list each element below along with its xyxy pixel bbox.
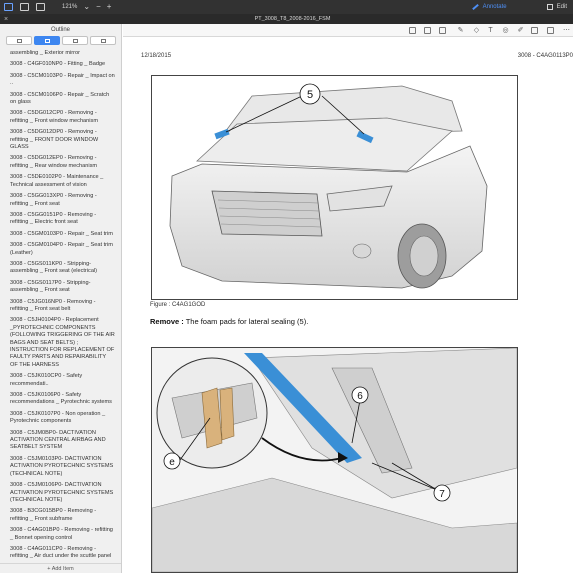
zoom-in-button[interactable]: + <box>107 3 112 11</box>
document-tab-bar: × PT_3008_T8_2008-2016_FSM <box>0 14 573 24</box>
stamp-icon[interactable]: ◎ <box>501 26 510 35</box>
outline-list[interactable]: assembling _ Exterior mirror 3008 - C4GF0… <box>0 48 121 573</box>
instruction-text: Remove : The foam pads for lateral seali… <box>150 317 308 326</box>
zoom-out-button[interactable]: − <box>96 3 101 11</box>
outline-sidebar: Outline assembling _ Exterior mirror 3008… <box>0 24 122 573</box>
annotate-label: Annotate <box>482 4 507 10</box>
zoom-chevron-icon[interactable]: ⌄ <box>83 3 90 11</box>
outline-item[interactable]: 3008 - C5CM0106P0 - Repair _ Scratch on … <box>0 90 121 109</box>
tab-thumbnails[interactable] <box>89 36 116 45</box>
close-tab-icon[interactable]: × <box>0 16 12 23</box>
outline-item[interactable]: 3008 - C5JG016NP0 - Removing - refitting… <box>0 297 121 316</box>
fig1-callout-5: 5 <box>307 89 313 101</box>
outline-item[interactable]: 3008 - C5JK0107P0 - Non operation _ Pyro… <box>0 409 121 428</box>
single-page-icon[interactable] <box>20 3 29 11</box>
outline-item[interactable]: 3008 - C5GS011KP0 - Stripping-assembling… <box>0 259 121 278</box>
outline-item[interactable]: 3008 - C5GG0151P0 - Removing - refitting… <box>0 210 121 229</box>
car-front-illustration: 5 <box>169 83 488 289</box>
tab-annotations[interactable] <box>61 36 88 45</box>
fig2-callout-7: 7 <box>439 489 445 500</box>
outline-item[interactable]: 3008 - C5DG012DP0 - Removing - refitting… <box>0 127 121 153</box>
outline-item[interactable]: 3008 - C5JK0106P0 - Safety recommendatio… <box>0 390 121 409</box>
document-tab-title[interactable]: PT_3008_T8_2008-2016_FSM <box>12 16 573 22</box>
outline-item[interactable]: assembling _ Exterior mirror <box>0 48 121 59</box>
outline-item[interactable]: 3008 - C5JH0104P0 - Replacement _PYROTEC… <box>0 315 121 371</box>
outline-item[interactable]: 3008 - C5JM0106P0- DACTIVATION ACTIVATIO… <box>0 480 121 506</box>
list-icon <box>44 39 50 43</box>
outline-title: Outline <box>50 27 70 33</box>
shape-icon[interactable]: ◇ <box>472 26 481 35</box>
highlighter-icon[interactable]: ✐ <box>516 26 525 35</box>
fig2-callout-e: e <box>169 457 175 468</box>
outline-item[interactable]: 3008 - C4AG011CP0 - Removing - refitting… <box>0 544 121 563</box>
fig2-callout-6: 6 <box>357 391 363 402</box>
trash-icon[interactable] <box>439 27 446 34</box>
text-icon[interactable]: T <box>486 26 495 35</box>
figure-detail-view: 6 7 e <box>151 347 518 573</box>
outline-item[interactable]: 3008 - C5JM0103P0- DACTIVATION ACTIVATIO… <box>0 454 121 480</box>
note-icon <box>72 39 78 43</box>
pen-icon <box>471 3 479 11</box>
sidebar-toggle-icon[interactable] <box>4 3 13 11</box>
page-date: 12/18/2015 <box>141 53 172 59</box>
outline-item[interactable]: 3008 - B3CG015BP0 - Removing - refitting… <box>0 506 121 525</box>
outline-item[interactable]: 3008 - C5CM0103P0 - Repair _ Impact on .… <box>0 71 121 90</box>
page-icon <box>100 39 106 43</box>
document-page: 12/18/2015 3008 - C4AG0113P0 5 Figure: … <box>123 37 573 573</box>
page-doc-code: 3008 - C4AG0113P0 <box>517 53 573 59</box>
share-icon[interactable] <box>531 27 538 34</box>
grid-view-icon[interactable] <box>36 3 45 11</box>
annotation-tools: ✎ ◇ T ◎ ✐ ⋯ <box>123 24 573 37</box>
outline-item[interactable]: 3008 - C5JK010CP0 - Safety recommendati.… <box>0 371 121 390</box>
outline-item[interactable]: 3008 - C5GG013XP0 - Removing - refitting… <box>0 191 121 210</box>
outline-item[interactable]: 3008 - C5DG012EP0 - Removing - refitting… <box>0 153 121 172</box>
tab-bookmarks[interactable] <box>5 36 32 45</box>
outline-item[interactable]: 3008 - C4AG01BP0 - Removing - refitting … <box>0 525 121 544</box>
outline-item[interactable]: 3008 - C5GS0117P0 - Stripping-assembling… <box>0 278 121 297</box>
edit-label: Edit <box>556 4 567 10</box>
pencil-icon[interactable]: ✎ <box>456 26 465 35</box>
image-icon[interactable] <box>424 27 431 34</box>
instruction-verb: Remove : <box>150 317 184 326</box>
annotate-button[interactable]: Annotate <box>471 3 507 11</box>
outline-item[interactable]: 3008 - C5JM0BP0- DACTIVATION ACTIVATION … <box>0 428 121 454</box>
outline-item[interactable]: 3008 - C4GF010NP0 - Fitting _ Badge <box>0 59 121 70</box>
outline-item[interactable]: 3008 - C5DG012CP0 - Removing - refitting… <box>0 108 121 127</box>
more-icon[interactable]: ⋯ <box>562 26 571 35</box>
mode-switcher: Annotate Edit <box>471 0 567 14</box>
edit-icon <box>546 4 553 10</box>
select-box-icon[interactable] <box>409 27 416 34</box>
sidebar-view-tabs <box>0 36 121 45</box>
tab-outline[interactable] <box>33 36 60 45</box>
foam-pad-detail-illustration: 6 7 e <box>151 347 518 573</box>
add-item-button[interactable]: + Add Item <box>0 563 121 573</box>
instruction-detail: The foam pads for lateral sealing (5). <box>183 317 309 326</box>
zoom-level[interactable]: 121% <box>62 4 77 10</box>
search-icon[interactable] <box>547 27 554 34</box>
outline-item[interactable]: 3008 - C5GM0103P0 - Repair _ Seat trim <box>0 229 121 240</box>
edit-button[interactable]: Edit <box>546 4 567 10</box>
figure-front-view: 5 <box>151 75 518 300</box>
app-toolbar: 121% ⌄ − + Annotate Edit <box>0 0 573 14</box>
figure-caption: Figure : C4AG1GOD <box>150 302 206 308</box>
bookmark-icon <box>16 39 22 43</box>
outline-item[interactable]: 3008 - C5GM0104P0 - Repair _ Seat trim (… <box>0 240 121 259</box>
outline-item[interactable]: 3008 - C5DE0102P0 - Maintenance _ Techni… <box>0 172 121 191</box>
